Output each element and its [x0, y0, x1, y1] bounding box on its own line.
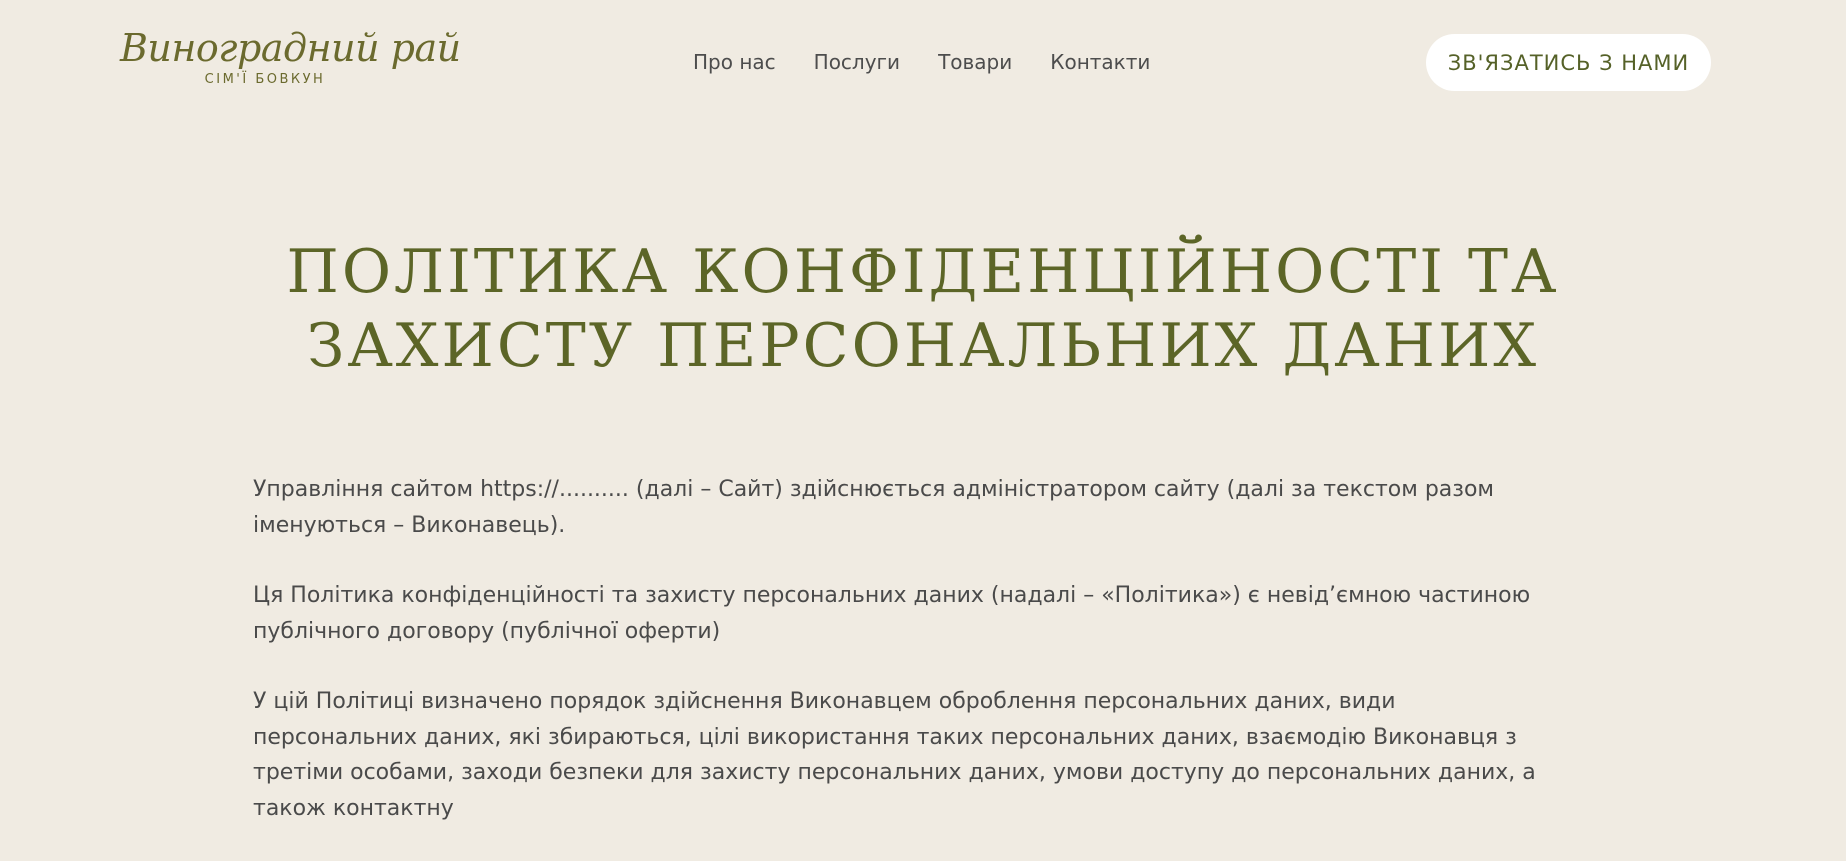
nav-link-contacts[interactable]: Контакти	[1050, 48, 1150, 76]
nav-link-products[interactable]: Товари	[938, 48, 1012, 76]
policy-paragraph: Управління сайтом https://.......... (да…	[253, 477, 1495, 538]
nav-link-about[interactable]: Про нас	[693, 48, 776, 76]
main-nav: Про нас Послуги Товари Контакти	[693, 48, 1188, 76]
logo-subtitle: СІМ'Ї БОВКУН	[204, 72, 326, 87]
policy-content: Управління сайтом https://.......... (да…	[253, 472, 1563, 861]
policy-paragraph: Ця Політика конфіденційності та захисту …	[253, 583, 1531, 644]
logo-wordmark: Виноградний рай	[120, 26, 461, 70]
nav-link-services[interactable]: Послуги	[814, 48, 900, 76]
policy-paragraph: У цій Політиці визначено порядок здійсне…	[253, 689, 1536, 821]
contact-us-button[interactable]: ЗВ'ЯЗАТИСЬ З НАМИ	[1426, 34, 1711, 91]
site-logo[interactable]: Виноградний рай СІМ'Ї БОВКУН	[120, 26, 461, 87]
site-header: Виноградний рай СІМ'Ї БОВКУН Про нас Пос…	[0, 0, 1846, 130]
page-title: ПОЛІТИКА КОНФІДЕНЦІЙНОСТІ ТА ЗАХИСТУ ПЕР…	[286, 237, 1560, 381]
